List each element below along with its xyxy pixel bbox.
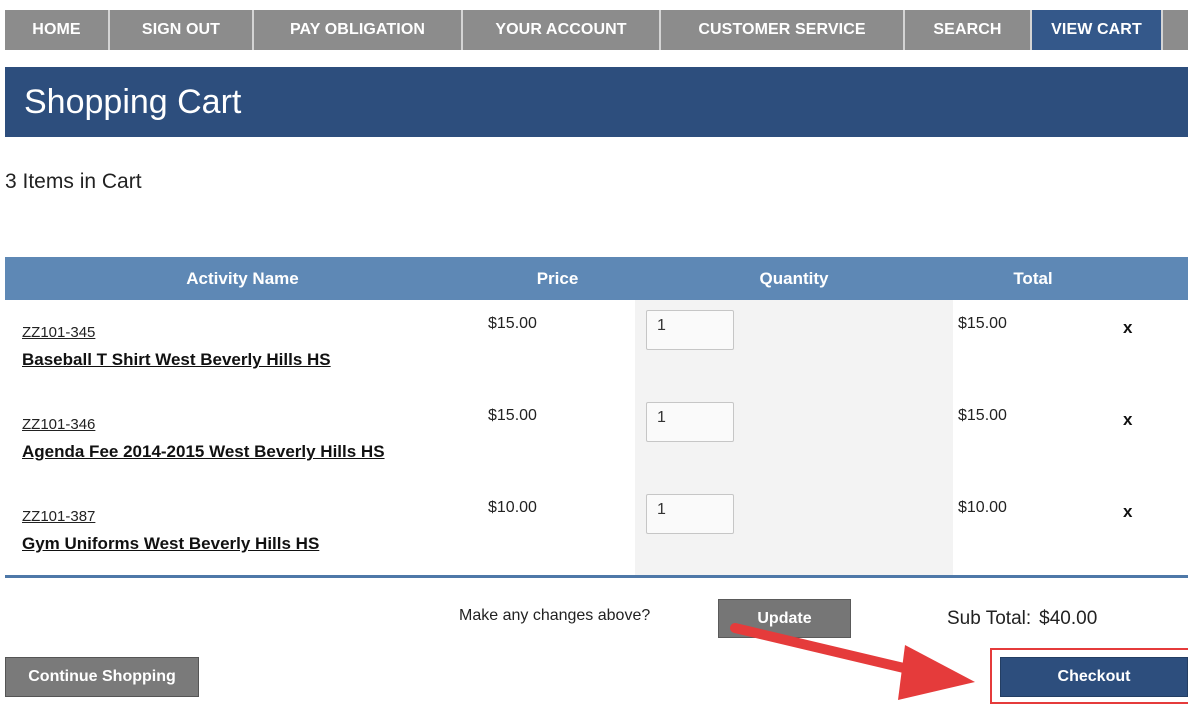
nav-pay-obligation[interactable]: PAY OBLIGATION bbox=[254, 10, 463, 50]
quantity-input[interactable]: 1 bbox=[646, 402, 734, 442]
item-code-link[interactable]: ZZ101-345 bbox=[22, 324, 95, 341]
cart-row: ZZ101-346 Agenda Fee 2014-2015 West Beve… bbox=[0, 392, 1188, 482]
nav-search[interactable]: SEARCH bbox=[905, 10, 1032, 50]
nav-your-account[interactable]: YOUR ACCOUNT bbox=[463, 10, 661, 50]
nav-overflow bbox=[1163, 10, 1188, 50]
page-title: Shopping Cart bbox=[24, 82, 242, 121]
item-total: $15.00 bbox=[958, 315, 1007, 332]
item-name-link[interactable]: Agenda Fee 2014-2015 West Beverly Hills … bbox=[22, 442, 385, 462]
subtotal: Sub Total: $40.00 bbox=[947, 608, 1097, 630]
remove-item-button[interactable]: x bbox=[1123, 410, 1132, 430]
cart-item-count: 3 Items in Cart bbox=[5, 170, 142, 193]
item-price: $15.00 bbox=[488, 407, 537, 424]
subtotal-value: $40.00 bbox=[1039, 608, 1098, 629]
header-activity-name: Activity Name bbox=[186, 269, 299, 288]
quantity-input[interactable]: 1 bbox=[646, 494, 734, 534]
subtotal-label: Sub Total: bbox=[947, 608, 1032, 629]
nav-home[interactable]: HOME bbox=[5, 10, 110, 50]
nav-customer-service[interactable]: CUSTOMER SERVICE bbox=[661, 10, 905, 50]
header-total: Total bbox=[1013, 269, 1053, 288]
nav-sign-out[interactable]: SIGN OUT bbox=[110, 10, 254, 50]
update-button[interactable]: Update bbox=[718, 599, 851, 638]
item-name-link[interactable]: Gym Uniforms West Beverly Hills HS bbox=[22, 534, 319, 554]
cart-row: ZZ101-345 Baseball T Shirt West Beverly … bbox=[0, 300, 1188, 390]
top-nav: HOME SIGN OUT PAY OBLIGATION YOUR ACCOUN… bbox=[5, 10, 1188, 50]
item-name-link[interactable]: Baseball T Shirt West Beverly Hills HS bbox=[22, 350, 331, 370]
item-code-link[interactable]: ZZ101-346 bbox=[22, 416, 95, 433]
continue-shopping-button[interactable]: Continue Shopping bbox=[5, 657, 199, 697]
checkout-button[interactable]: Checkout bbox=[1000, 657, 1188, 697]
item-total: $10.00 bbox=[958, 499, 1007, 516]
item-price: $10.00 bbox=[488, 499, 537, 516]
table-divider bbox=[5, 575, 1188, 578]
cart-row: ZZ101-387 Gym Uniforms West Beverly Hill… bbox=[0, 484, 1188, 574]
item-price: $15.00 bbox=[488, 315, 537, 332]
changes-prompt: Make any changes above? bbox=[459, 607, 651, 624]
nav-view-cart[interactable]: VIEW CART bbox=[1032, 10, 1163, 50]
item-total: $15.00 bbox=[958, 407, 1007, 424]
page-title-banner: Shopping Cart bbox=[5, 67, 1188, 137]
item-code-link[interactable]: ZZ101-387 bbox=[22, 508, 95, 525]
cart-table-header: Activity Name Price Quantity Total bbox=[5, 257, 1188, 300]
quantity-input[interactable]: 1 bbox=[646, 310, 734, 350]
header-price: Price bbox=[536, 269, 579, 288]
remove-item-button[interactable]: x bbox=[1123, 318, 1132, 338]
header-quantity: Quantity bbox=[759, 269, 829, 288]
remove-item-button[interactable]: x bbox=[1123, 502, 1132, 522]
